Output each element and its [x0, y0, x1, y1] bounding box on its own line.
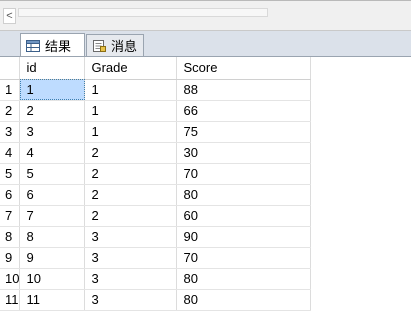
score-cell[interactable]: 90	[176, 226, 312, 248]
grade-cell[interactable]: 1	[84, 100, 178, 122]
result-tab-bar: 结果 消息	[0, 30, 411, 57]
header-row: id Grade Score	[0, 57, 360, 80]
id-cell[interactable]: 7	[19, 205, 86, 227]
results-pane: < 结果 消息 id Grade Score 1 1 1 88 2 2 1 66…	[0, 0, 411, 335]
row-number-cell[interactable]: 1	[0, 79, 21, 101]
id-cell[interactable]: 2	[19, 100, 86, 122]
table-row[interactable]: 7 7 2 60	[0, 205, 360, 227]
id-cell[interactable]: 3	[19, 121, 86, 143]
row-number-cell[interactable]: 6	[0, 184, 21, 206]
grade-cell[interactable]: 2	[84, 163, 178, 185]
id-cell[interactable]: 8	[19, 226, 86, 248]
horizontal-scrollbar-area: <	[0, 0, 411, 30]
row-number-cell[interactable]: 9	[0, 247, 21, 269]
grade-cell[interactable]: 3	[84, 247, 178, 269]
table-row[interactable]: 8 8 3 90	[0, 226, 360, 248]
score-cell[interactable]: 70	[176, 163, 312, 185]
score-cell[interactable]: 60	[176, 205, 312, 227]
row-number-cell[interactable]: 3	[0, 121, 21, 143]
id-cell[interactable]: 5	[19, 163, 86, 185]
divider	[0, 0, 411, 1]
score-cell[interactable]: 80	[176, 268, 312, 290]
row-number-cell[interactable]: 10	[0, 268, 21, 290]
table-row[interactable]: 1 1 1 88	[0, 79, 360, 101]
score-cell[interactable]: 66	[176, 100, 312, 122]
column-header-score[interactable]: Score	[176, 57, 312, 80]
grade-cell[interactable]: 2	[84, 184, 178, 206]
chevron-left-icon: <	[6, 10, 13, 22]
grade-cell[interactable]: 2	[84, 205, 178, 227]
row-number-cell[interactable]: 11	[0, 289, 21, 311]
tab-messages[interactable]: 消息	[86, 34, 144, 56]
score-cell[interactable]: 75	[176, 121, 312, 143]
row-number-cell[interactable]: 8	[0, 226, 21, 248]
row-number-cell[interactable]: 7	[0, 205, 21, 227]
table-row[interactable]: 9 9 3 70	[0, 247, 360, 269]
row-number-cell[interactable]: 2	[0, 100, 21, 122]
table-row[interactable]: 10 10 3 80	[0, 268, 360, 290]
table-row[interactable]: 2 2 1 66	[0, 100, 360, 122]
grade-cell[interactable]: 3	[84, 268, 178, 290]
grade-cell[interactable]: 3	[84, 289, 178, 311]
grade-cell[interactable]: 3	[84, 226, 178, 248]
tab-messages-label: 消息	[111, 40, 138, 55]
table-row[interactable]: 6 6 2 80	[0, 184, 360, 206]
message-icon	[92, 39, 106, 52]
table-row[interactable]: 4 4 2 30	[0, 142, 360, 164]
id-cell[interactable]: 1	[19, 79, 86, 101]
table-row[interactable]: 11 11 3 80	[0, 289, 360, 311]
row-number-cell[interactable]: 5	[0, 163, 21, 185]
tab-results-label: 结果	[45, 40, 72, 55]
column-header-id[interactable]: id	[19, 57, 86, 80]
score-cell[interactable]: 80	[176, 184, 312, 206]
id-cell[interactable]: 10	[19, 268, 86, 290]
score-cell[interactable]: 88	[176, 79, 312, 101]
row-number-cell[interactable]: 4	[0, 142, 21, 164]
grade-cell[interactable]: 1	[84, 79, 178, 101]
table-row[interactable]: 3 3 1 75	[0, 121, 360, 143]
id-cell[interactable]: 9	[19, 247, 86, 269]
id-cell[interactable]: 11	[19, 289, 86, 311]
results-table: id Grade Score 1 1 1 88 2 2 1 66 3 3 1 75 4 4 2 30 5 5 2 70…	[0, 57, 360, 311]
column-header-grade[interactable]: Grade	[84, 57, 178, 80]
row-number-header[interactable]	[0, 57, 21, 80]
grade-cell[interactable]: 2	[84, 142, 178, 164]
grid-icon	[26, 39, 40, 52]
grade-cell[interactable]: 1	[84, 121, 178, 143]
table-row[interactable]: 5 5 2 70	[0, 163, 360, 185]
score-cell[interactable]: 30	[176, 142, 312, 164]
score-cell[interactable]: 70	[176, 247, 312, 269]
scrollbar-track[interactable]	[18, 8, 268, 17]
scroll-left-button[interactable]: <	[3, 8, 16, 24]
results-grid: id Grade Score 1 1 1 88 2 2 1 66 3 3 1 75 4 4 2 30 5 5 2 70…	[0, 56, 411, 335]
score-cell[interactable]: 80	[176, 289, 312, 311]
id-cell[interactable]: 6	[19, 184, 86, 206]
tab-results[interactable]: 结果	[20, 33, 85, 57]
id-cell[interactable]: 4	[19, 142, 86, 164]
